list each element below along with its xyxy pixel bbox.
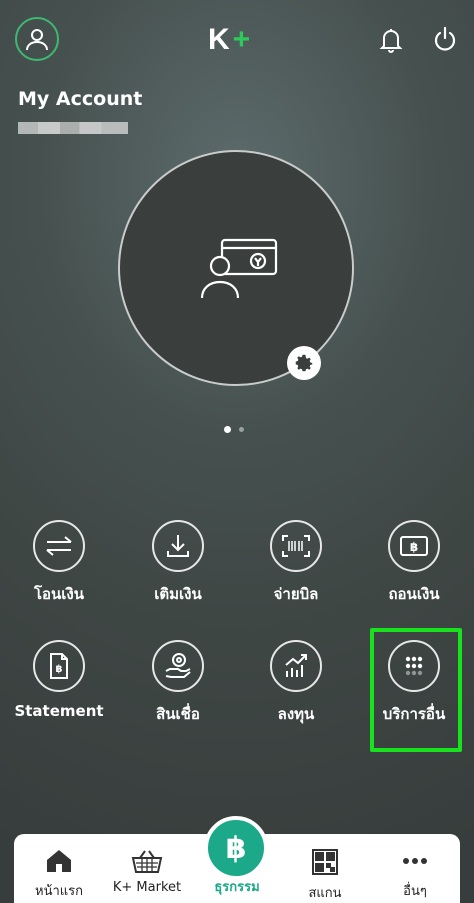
- service-label: ลงทุน: [277, 705, 315, 723]
- logout-button[interactable]: [432, 25, 458, 53]
- service-label: โอนเงิน: [33, 585, 85, 603]
- invest-icon: [285, 654, 307, 677]
- highlight-box: [370, 628, 462, 752]
- notification-button[interactable]: [378, 26, 404, 54]
- account-number-masked: [18, 122, 128, 134]
- nav-kplus-market[interactable]: K+ Market: [102, 848, 192, 895]
- statement-icon: ฿: [50, 653, 68, 679]
- bell-icon: [379, 29, 403, 53]
- power-icon: [434, 26, 456, 51]
- service-label: Statement: [14, 702, 104, 720]
- transfer-icon: [46, 536, 72, 556]
- transactions-center-button[interactable]: ฿: [204, 816, 268, 880]
- service-label: สินเชื่อ: [156, 705, 200, 723]
- profile-avatar-button[interactable]: [15, 17, 59, 61]
- service-statement[interactable]: ฿ Statement: [4, 640, 114, 720]
- svg-text:฿: ฿: [410, 540, 418, 554]
- nav-label: หน้าแรก: [35, 884, 83, 899]
- carousel-dot-active: [224, 426, 231, 433]
- nav-more[interactable]: อื่นๆ: [370, 848, 460, 901]
- nav-scan[interactable]: สแกน: [280, 848, 370, 903]
- withdraw-icon: ฿: [400, 536, 428, 556]
- logo-plus: +: [232, 23, 252, 56]
- service-label: เติมเงิน: [154, 585, 202, 603]
- carousel-indicator: [224, 426, 244, 433]
- service-transfer[interactable]: โอนเงิน: [4, 520, 114, 606]
- nav-label: อื่นๆ: [403, 884, 427, 899]
- home-icon: [47, 850, 71, 872]
- svg-text:฿: ฿: [56, 664, 63, 675]
- kplus-logo: K +: [208, 23, 252, 56]
- nav-label: K+ Market: [112, 880, 182, 895]
- card-settings-button[interactable]: [287, 346, 321, 380]
- service-label: ถอนเงิน: [388, 585, 440, 603]
- carousel-dot: [239, 427, 244, 432]
- top-bar: K +: [0, 0, 474, 80]
- topup-icon: [167, 535, 189, 557]
- loan-icon: [165, 653, 191, 678]
- logo-k: K: [208, 23, 231, 56]
- service-paybill[interactable]: จ่ายบิล: [241, 520, 351, 606]
- barcode-icon: [282, 535, 310, 557]
- account-card-icon: [200, 238, 278, 299]
- service-withdraw[interactable]: ฿ ถอนเงิน: [359, 520, 469, 606]
- account-title: My Account: [18, 88, 143, 110]
- qr-icon: [312, 849, 338, 875]
- more-icon: [403, 858, 427, 864]
- nav-label: สแกน: [308, 886, 342, 901]
- basket-icon: [131, 850, 163, 873]
- nav-home[interactable]: หน้าแรก: [14, 848, 104, 901]
- service-topup[interactable]: เติมเงิน: [123, 520, 233, 606]
- gear-icon: [295, 354, 313, 372]
- baht-icon: ฿: [225, 830, 247, 866]
- service-invest[interactable]: ลงทุน: [241, 640, 351, 726]
- service-loan[interactable]: สินเชื่อ: [123, 640, 233, 726]
- user-icon: [26, 29, 48, 51]
- service-label: จ่ายบิล: [273, 585, 319, 603]
